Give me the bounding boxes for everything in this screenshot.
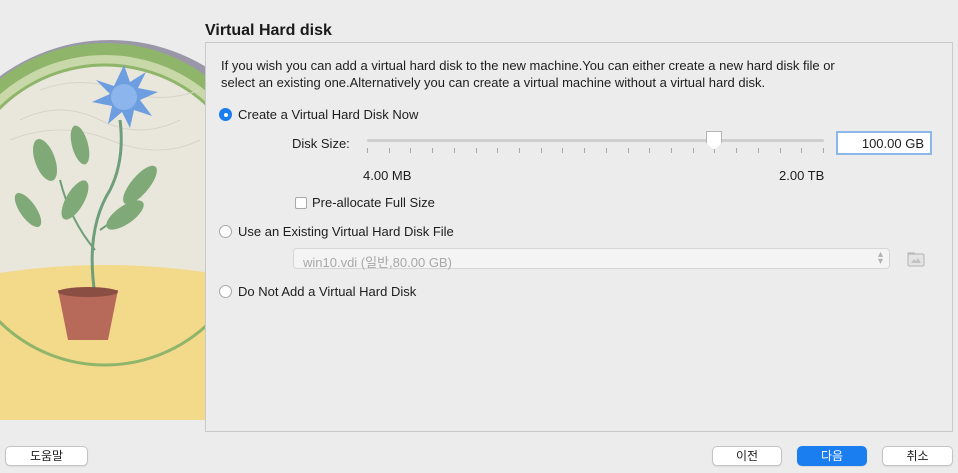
chevron-up-down-icon: ▴ ▾ <box>877 249 883 267</box>
slider-tick <box>758 148 759 153</box>
slider-tick <box>780 148 781 153</box>
slider-tick <box>671 148 672 153</box>
existing-disk-select[interactable]: win10.vdi (일반,80.00 GB) ▴ ▾ <box>293 248 890 270</box>
slider-tick <box>628 148 629 153</box>
slider-tick <box>649 148 650 153</box>
slider-tick <box>584 148 585 153</box>
slider-track <box>367 139 824 142</box>
disk-size-field[interactable]: 100.00 GB <box>836 131 932 155</box>
preallocate-checkbox[interactable] <box>295 196 307 209</box>
use-existing-disk-option[interactable]: Use an Existing Virtual Hard Disk File <box>219 224 454 239</box>
slider-tick <box>476 148 477 153</box>
use-existing-disk-radio[interactable] <box>219 225 232 238</box>
create-disk-now-label: Create a Virtual Hard Disk Now <box>238 107 419 122</box>
use-existing-disk-label: Use an Existing Virtual Hard Disk File <box>238 224 454 239</box>
existing-disk-value: win10.vdi (일반,80.00 GB) <box>303 255 452 270</box>
slider-tick <box>389 148 390 153</box>
next-button[interactable]: 다음 <box>797 446 867 466</box>
disk-size-label: Disk Size: <box>292 136 350 151</box>
slider-tick <box>606 148 607 153</box>
no-disk-label: Do Not Add a Virtual Hard Disk <box>238 284 417 299</box>
slider-tick <box>519 148 520 153</box>
slider-tick <box>367 148 368 153</box>
create-disk-now-radio[interactable] <box>219 108 232 121</box>
disk-size-max-label: 2.00 TB <box>779 168 825 183</box>
cancel-button[interactable]: 취소 <box>882 446 953 466</box>
no-disk-radio[interactable] <box>219 285 232 298</box>
slider-tick <box>410 148 411 153</box>
slider-tick <box>693 148 694 153</box>
slider-tick <box>497 148 498 153</box>
slider-thumb[interactable] <box>706 131 722 150</box>
disk-size-min-label: 4.00 MB <box>363 168 412 183</box>
slider-tick <box>454 148 455 153</box>
slider-tick <box>801 148 802 153</box>
slider-tick <box>432 148 433 153</box>
wizard-description: If you wish you can add a virtual hard d… <box>221 58 835 90</box>
help-button[interactable]: 도움말 <box>5 446 88 466</box>
page-title: Virtual Hard disk <box>205 22 332 39</box>
create-disk-now-option[interactable]: Create a Virtual Hard Disk Now <box>219 107 418 122</box>
back-button[interactable]: 이전 <box>712 446 782 466</box>
no-disk-option[interactable]: Do Not Add a Virtual Hard Disk <box>219 284 416 299</box>
slider-tick <box>736 148 737 153</box>
disk-size-slider[interactable] <box>367 131 824 157</box>
preallocate-option[interactable]: Pre-allocate Full Size <box>295 195 435 210</box>
preallocate-label: Pre-allocate Full Size <box>312 195 435 210</box>
slider-tick <box>541 148 542 153</box>
slider-tick <box>562 148 563 153</box>
slider-tick <box>823 148 824 153</box>
folder-open-icon[interactable] <box>907 250 925 268</box>
